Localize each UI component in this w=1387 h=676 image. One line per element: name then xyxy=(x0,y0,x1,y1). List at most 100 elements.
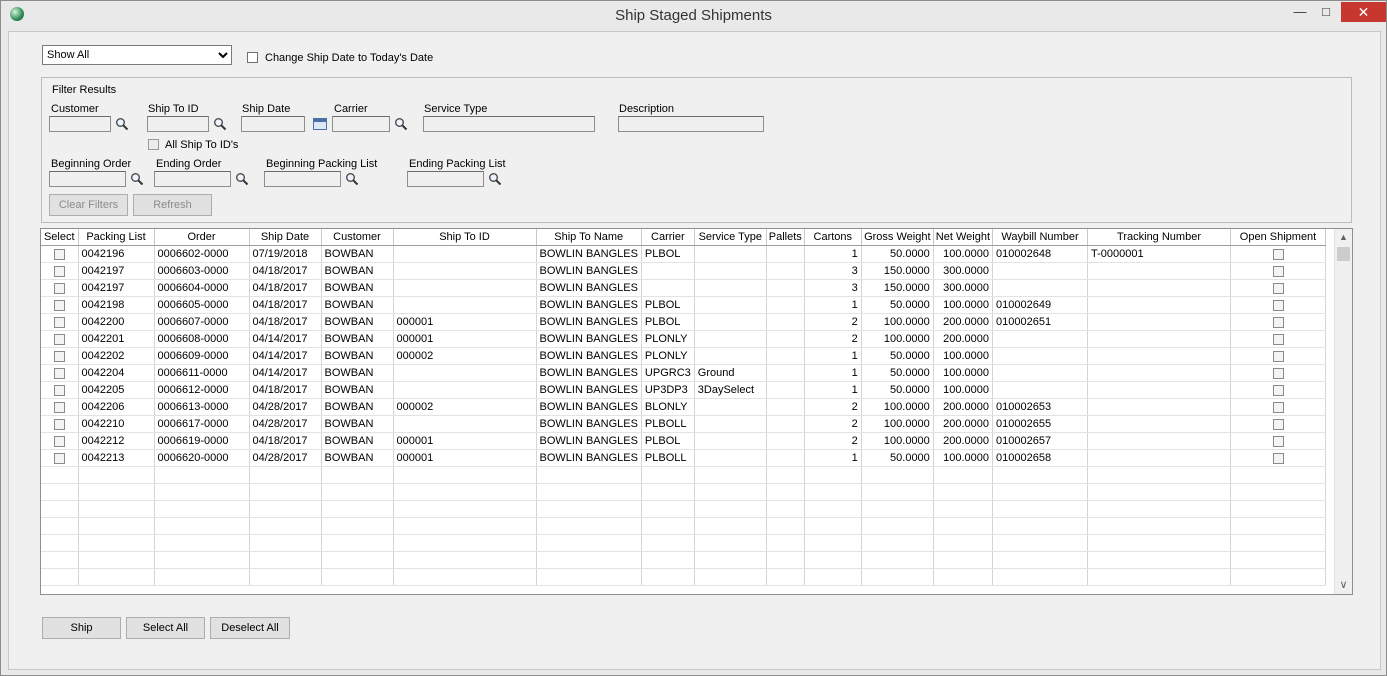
column-header[interactable]: Net Weight xyxy=(933,229,994,246)
ship-date-input[interactable] xyxy=(241,116,305,132)
row-select-checkbox[interactable] xyxy=(53,401,65,413)
open-shipment-checkbox[interactable] xyxy=(1272,316,1284,328)
row-select-checkbox[interactable] xyxy=(53,265,65,277)
column-header[interactable]: Open Shipment xyxy=(1230,229,1327,246)
row-select-checkbox[interactable] xyxy=(53,282,65,294)
ending-order-label: Ending Order xyxy=(156,158,222,170)
scroll-down-icon[interactable]: ∨ xyxy=(1335,577,1352,594)
column-header[interactable]: Order xyxy=(154,229,250,246)
column-header[interactable]: Customer xyxy=(321,229,394,246)
show-filter-select[interactable]: Show All xyxy=(42,45,232,65)
column-header[interactable]: Ship To Name xyxy=(536,229,642,246)
scroll-thumb[interactable] xyxy=(1337,247,1350,261)
open-shipment-checkbox[interactable] xyxy=(1272,333,1284,345)
beginning-order-input[interactable] xyxy=(49,171,126,187)
empty-cell xyxy=(933,483,994,501)
carrier-input[interactable] xyxy=(332,116,390,132)
open-shipment-checkbox[interactable] xyxy=(1272,435,1284,447)
table-row[interactable]: 0042201 0006608-0000 04/14/2017 BOWBAN 00000… xyxy=(41,330,1327,348)
column-header[interactable]: Ship To ID xyxy=(393,229,537,246)
table-row[interactable]: 0042205 0006612-0000 04/18/2017 BOWBAN BOWLI… xyxy=(41,381,1327,399)
table-row[interactable]: 0042213 0006620-0000 04/28/2017 BOWBAN 00000… xyxy=(41,449,1327,467)
calendar-icon[interactable] xyxy=(313,118,327,130)
table-cell: 0006602-0000 xyxy=(154,245,250,263)
open-shipment-checkbox[interactable] xyxy=(1272,384,1284,396)
beginning-packing-list-search-icon[interactable] xyxy=(345,172,359,186)
column-header[interactable]: Tracking Number xyxy=(1087,229,1232,246)
open-shipment-checkbox[interactable] xyxy=(1272,418,1284,430)
empty-cell xyxy=(154,534,250,552)
row-select-checkbox[interactable] xyxy=(53,384,65,396)
beginning-packing-list-input[interactable] xyxy=(264,171,341,187)
row-select-checkbox[interactable] xyxy=(53,418,65,430)
open-shipment-checkbox[interactable] xyxy=(1272,299,1284,311)
table-cell: BOWBAN xyxy=(321,245,394,263)
row-select-checkbox[interactable] xyxy=(53,333,65,345)
table-row[interactable]: 0042210 0006617-0000 04/28/2017 BOWBAN BOWLI… xyxy=(41,415,1327,433)
row-select-checkbox[interactable] xyxy=(53,248,65,260)
deselect-all-button[interactable]: Deselect All xyxy=(210,617,290,639)
column-header[interactable]: Ship Date xyxy=(249,229,322,246)
customer-input[interactable] xyxy=(49,116,111,132)
customer-search-icon[interactable] xyxy=(115,117,129,131)
change-ship-date-checkbox[interactable] xyxy=(247,52,258,63)
open-shipment-cell xyxy=(1230,347,1327,365)
table-row[interactable]: 0042202 0006609-0000 04/14/2017 BOWBAN 00000… xyxy=(41,347,1327,365)
ending-order-input[interactable] xyxy=(154,171,231,187)
empty-cell xyxy=(321,534,394,552)
description-input[interactable] xyxy=(618,116,764,132)
row-select-checkbox[interactable] xyxy=(53,367,65,379)
open-shipment-checkbox[interactable] xyxy=(1272,367,1284,379)
ending-order-search-icon[interactable] xyxy=(235,172,249,186)
table-row[interactable]: 0042212 0006619-0000 04/18/2017 BOWBAN 00000… xyxy=(41,432,1327,450)
maximize-button[interactable]: □ xyxy=(1313,2,1339,22)
row-select-checkbox[interactable] xyxy=(53,452,65,464)
column-header[interactable]: Cartons xyxy=(804,229,862,246)
empty-cell xyxy=(41,517,79,535)
table-row[interactable]: 0042200 0006607-0000 04/18/2017 BOWBAN 00000… xyxy=(41,313,1327,331)
minimize-button[interactable]: — xyxy=(1287,2,1313,22)
open-shipment-checkbox[interactable] xyxy=(1272,248,1284,260)
beginning-order-search-icon[interactable] xyxy=(130,172,144,186)
ship-to-id-input[interactable] xyxy=(147,116,209,132)
carrier-search-icon[interactable] xyxy=(394,117,408,131)
empty-cell xyxy=(393,517,537,535)
table-row[interactable]: 0042204 0006611-0000 04/14/2017 BOWBAN BOWLI… xyxy=(41,364,1327,382)
scroll-up-icon[interactable]: ▲ xyxy=(1335,229,1352,246)
open-shipment-checkbox[interactable] xyxy=(1272,265,1284,277)
table-row[interactable]: 0042197 0006603-0000 04/18/2017 BOWBAN BOWLI… xyxy=(41,262,1327,280)
ending-packing-list-search-icon[interactable] xyxy=(488,172,502,186)
select-all-button[interactable]: Select All xyxy=(126,617,205,639)
refresh-button[interactable]: Refresh xyxy=(133,194,212,216)
table-row[interactable]: 0042197 0006604-0000 04/18/2017 BOWBAN BOWLI… xyxy=(41,279,1327,297)
table-cell: BOWLIN BANGLES xyxy=(536,279,642,297)
open-shipment-checkbox[interactable] xyxy=(1272,401,1284,413)
table-row[interactable]: 0042198 0006605-0000 04/18/2017 BOWBAN BOWLI… xyxy=(41,296,1327,314)
empty-cell xyxy=(804,500,862,518)
close-button[interactable]: ✕ xyxy=(1341,2,1386,22)
vertical-scrollbar[interactable]: ▲ ∨ xyxy=(1334,229,1352,594)
open-shipment-checkbox[interactable] xyxy=(1272,282,1284,294)
ship-button[interactable]: Ship xyxy=(42,617,121,639)
service-type-input[interactable] xyxy=(423,116,595,132)
ending-packing-list-input[interactable] xyxy=(407,171,484,187)
column-header[interactable]: Waybill Number xyxy=(992,229,1089,246)
row-select-checkbox[interactable] xyxy=(53,435,65,447)
column-header[interactable]: Pallets xyxy=(766,229,805,246)
table-row[interactable]: 0042206 0006613-0000 04/28/2017 BOWBAN 00000… xyxy=(41,398,1327,416)
column-header[interactable]: Select xyxy=(41,229,79,246)
row-select-checkbox[interactable] xyxy=(53,350,65,362)
all-ship-to-checkbox[interactable] xyxy=(148,139,159,150)
table-row[interactable]: 0042196 0006602-0000 07/19/2018 BOWBAN BOWLI… xyxy=(41,245,1327,263)
row-select-checkbox[interactable] xyxy=(53,316,65,328)
clear-filters-button[interactable]: Clear Filters xyxy=(49,194,128,216)
column-header[interactable]: Service Type xyxy=(694,229,767,246)
open-shipment-checkbox[interactable] xyxy=(1272,452,1284,464)
column-header[interactable]: Carrier xyxy=(641,229,695,246)
row-select-checkbox[interactable] xyxy=(53,299,65,311)
column-header[interactable]: Gross Weight xyxy=(861,229,934,246)
table-cell: BOWLIN BANGLES xyxy=(536,432,642,450)
column-header[interactable]: Packing List xyxy=(78,229,155,246)
ship-to-id-search-icon[interactable] xyxy=(213,117,227,131)
open-shipment-checkbox[interactable] xyxy=(1272,350,1284,362)
